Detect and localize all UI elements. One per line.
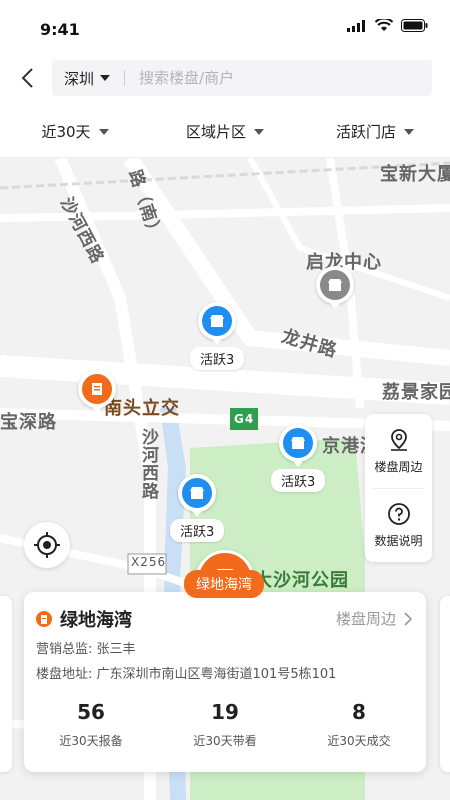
- carousel-next-card[interactable]: [440, 596, 450, 772]
- store-pin-active[interactable]: 活跃3: [170, 474, 225, 542]
- filter-label: 区域片区: [185, 123, 246, 141]
- pin-label: 活跃3: [271, 469, 326, 492]
- store-icon: [283, 428, 314, 458]
- city-label: 深圳: [64, 69, 95, 88]
- pin-circle: [78, 370, 116, 408]
- filter-region[interactable]: 区域片区: [150, 106, 300, 157]
- battery-icon: [401, 19, 428, 32]
- side-tool-label: 楼盘周边: [374, 459, 423, 474]
- pin-circle: [198, 302, 237, 340]
- store-pin-active[interactable]: 活跃3: [271, 424, 326, 492]
- pin-circle: [279, 424, 318, 462]
- locate-button[interactable]: [24, 522, 70, 568]
- search-divider: [124, 70, 126, 86]
- card-head: 绿地海湾: [36, 606, 132, 632]
- filter-time-range[interactable]: 近30天: [0, 106, 150, 157]
- project-title: 绿地海湾: [60, 610, 132, 631]
- caret-down-icon: [404, 128, 414, 135]
- side-tool-label: 数据说明: [374, 533, 423, 548]
- map-label: 宝深路: [0, 412, 57, 433]
- city-select[interactable]: 深圳: [52, 68, 111, 89]
- side-tools: 楼盘周边 数据说明: [365, 414, 432, 562]
- back-button[interactable]: [14, 64, 40, 92]
- stat-label: 近30天成交: [327, 734, 391, 748]
- carousel-prev-card[interactable]: [0, 596, 12, 772]
- pin-circle: [316, 266, 354, 304]
- stat-reports[interactable]: 56 近30天报备: [24, 700, 158, 749]
- crosshair-icon: [34, 532, 60, 558]
- caret-down-icon: [98, 128, 109, 135]
- store-icon: [202, 306, 233, 336]
- status-icons: [347, 19, 428, 32]
- map-label: X256: [131, 555, 167, 569]
- stats-row: 56 近30天报备 19 近30天带看 8 近30天成交: [24, 700, 426, 749]
- caret-down-icon: [100, 75, 111, 81]
- nearby-button[interactable]: 楼盘周边: [365, 414, 432, 488]
- building-icon: [82, 374, 112, 404]
- search-header: 深圳: [0, 50, 450, 106]
- stat-value: 8: [352, 700, 366, 724]
- status-time: 9:41: [40, 20, 80, 39]
- map-label: 大沙河公园: [254, 570, 349, 591]
- project-manager: 营销总监: 张三丰: [36, 642, 136, 657]
- stat-deals[interactable]: 8 近30天成交: [292, 700, 426, 749]
- filter-label: 活跃门店: [335, 123, 396, 141]
- caret-down-icon: [254, 128, 264, 135]
- search-box: 深圳: [52, 60, 432, 96]
- store-pin-active[interactable]: 活跃3: [190, 302, 245, 370]
- stat-value: 19: [211, 700, 239, 724]
- location-icon: [390, 428, 407, 451]
- map-label: 荔景家园: [382, 382, 450, 403]
- nearby-link-label: 楼盘周边: [335, 610, 396, 628]
- pin-label: 活跃3: [170, 519, 225, 542]
- signal-icon: [347, 19, 365, 32]
- stat-visits[interactable]: 19 近30天带看: [158, 700, 292, 749]
- stat-label: 近30天报备: [59, 734, 123, 748]
- project-address: 楼盘地址: 广东深圳市南山区粤海街道101号5栋101: [36, 667, 337, 682]
- filter-bar: 近30天 区域片区 活跃门店: [0, 106, 450, 158]
- pin-circle: [178, 474, 217, 512]
- store-icon: [320, 270, 350, 300]
- store-pin-inactive[interactable]: [316, 266, 354, 309]
- data-help-button[interactable]: 数据说明: [365, 488, 432, 562]
- pin-label: 活跃3: [190, 347, 245, 370]
- map-label: G4: [234, 412, 255, 426]
- stat-label: 近30天带看: [193, 734, 257, 748]
- status-bar: 9:41: [0, 0, 450, 50]
- search-input[interactable]: [139, 69, 380, 87]
- project-tag: 绿地海湾: [184, 570, 264, 598]
- project-card[interactable]: 绿地海湾 绿地海湾 楼盘周边 营销总监: 张三丰 楼盘地址: 广东深圳市南山区粤…: [24, 570, 426, 772]
- help-icon: [387, 502, 410, 525]
- store-icon: [182, 478, 213, 508]
- building-icon: [36, 611, 52, 627]
- filter-active-stores[interactable]: 活跃门店: [300, 106, 450, 157]
- chevron-left-icon: [21, 68, 33, 88]
- stat-value: 56: [77, 700, 105, 724]
- map-label: 宝新大厦: [380, 164, 450, 185]
- project-pin[interactable]: [78, 370, 116, 413]
- filter-label: 近30天: [41, 123, 91, 141]
- chevron-right-icon: [404, 611, 412, 626]
- project-nearby-link[interactable]: 楼盘周边: [336, 608, 412, 629]
- wifi-icon: [375, 19, 393, 31]
- map-label: 沙河西路: [138, 428, 158, 500]
